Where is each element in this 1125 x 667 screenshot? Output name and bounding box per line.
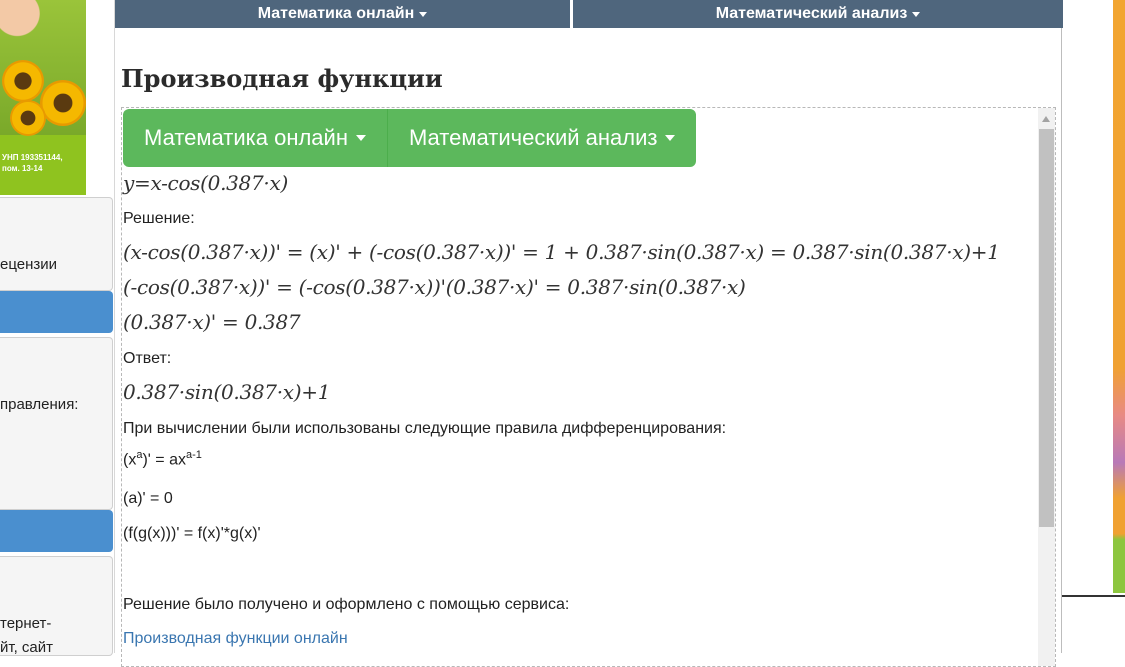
ad-caption: УНП 193351144, пом. 13-14 — [2, 152, 86, 174]
caret-down-icon — [419, 11, 428, 17]
service-link[interactable]: Производная функции онлайн — [123, 630, 348, 648]
sidebar-text-directions: правления: — [0, 396, 79, 413]
left-sidebar: УНП 193351144, пом. 13-14 ецензии правле… — [0, 0, 114, 656]
sunflower-image — [2, 60, 44, 102]
sidebar-text-internet: йт, сайт — [0, 639, 54, 656]
sidebar-blue-button[interactable] — [0, 291, 113, 333]
ad-caption-line: пом. 13-14 — [2, 164, 43, 173]
nav-label: Математика онлайн — [257, 5, 415, 22]
caret-down-icon — [912, 11, 921, 17]
nav-label: Математический анализ — [715, 5, 908, 22]
scroll-thumb[interactable] — [1039, 129, 1054, 527]
main-content: Математика онлайн Математический анализ … — [114, 0, 1063, 667]
top-navigation: Математика онлайн Математический анализ — [115, 0, 1063, 28]
caret-down-icon — [665, 135, 676, 141]
ad-banner[interactable]: УНП 193351144, пом. 13-14 — [0, 0, 86, 195]
rule-power: (xa)' = axa-1 — [123, 449, 202, 469]
sidebar-blue-button[interactable] — [0, 510, 113, 552]
answer-label: Ответ: — [123, 350, 172, 367]
frame-menu-math-online[interactable]: Математика онлайн — [123, 109, 387, 167]
service-text: Решение было получено и оформлено с помо… — [123, 596, 570, 613]
frame-menu-math-analysis[interactable]: Математический анализ — [386, 109, 697, 167]
sunflower-image — [40, 80, 86, 126]
nav-math-analysis[interactable]: Математический анализ — [573, 0, 1063, 28]
sidebar-panel-reviews: ецензии — [0, 197, 113, 291]
rule-chain: (f(g(x)))' = f(x)'*g(x)' — [123, 525, 261, 542]
derivative-step-3: (0.387·x)' = 0.387 — [123, 310, 301, 334]
rule-power-result: )' = ax — [142, 451, 186, 469]
scroll-up-arrow-icon[interactable] — [1042, 116, 1050, 122]
rule-constant: (a)' = 0 — [123, 490, 173, 507]
solution-frame: Математика онлайн Математический анализ … — [121, 107, 1056, 667]
right-decorative-strip — [1113, 0, 1125, 593]
rules-intro: При вычислении были использованы следующ… — [123, 420, 727, 437]
derivative-step-1: (x-cos(0.387·x))' = (x)' + (-cos(0.387·x… — [123, 240, 1000, 264]
frame-menu-label: Математика онлайн — [144, 125, 348, 150]
solution-label: Решение: — [123, 210, 195, 227]
sidebar-panel-directions: правления: — [0, 337, 113, 510]
rule-power-result-exponent: a-1 — [185, 449, 202, 461]
answer-expression: 0.387·sin(0.387·x)+1 — [123, 380, 331, 404]
function-expression: y=x-cos(0.387·x) — [123, 171, 288, 195]
sidebar-text-reviews: ецензии — [0, 256, 58, 273]
sidebar-text-internet: тернет- — [0, 615, 52, 632]
right-divider-line — [1062, 595, 1125, 597]
frame-menu-label: Математический анализ — [408, 125, 658, 150]
derivative-step-2: (-cos(0.387·x))' = (-cos(0.387·x))'(0.38… — [123, 275, 746, 299]
rule-power-base: (x — [123, 451, 137, 469]
sunflower-image — [10, 100, 46, 136]
frame-menu: Математика онлайн Математический анализ — [123, 109, 697, 167]
frame-scrollbar[interactable] — [1038, 108, 1055, 666]
page-title: Производная функции — [121, 64, 443, 93]
ad-caption-line: УНП 193351144, — [2, 153, 63, 162]
caret-down-icon — [355, 135, 366, 141]
sidebar-panel-internet: тернет- йт, сайт — [0, 556, 113, 656]
nav-math-online[interactable]: Математика онлайн — [115, 0, 570, 28]
